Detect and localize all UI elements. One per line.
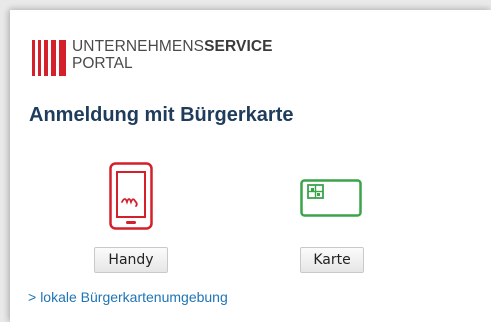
local-card-environment-label: lokale Bürgerkartenumgebung xyxy=(40,289,228,305)
smart-card-icon[interactable] xyxy=(300,179,362,217)
logo-word-portal: PORTAL xyxy=(72,55,133,72)
logo-line1: UNTERNEHMENSSERVICE xyxy=(72,38,273,55)
login-panel: UNTERNEHMENSSERVICE PORTAL Anmeldung mit… xyxy=(10,10,491,322)
mobile-phone-signature-icon[interactable] xyxy=(109,162,153,230)
karte-button[interactable]: Karte xyxy=(300,247,364,273)
handy-button[interactable]: Handy xyxy=(94,247,168,273)
logo-text: UNTERNEHMENSSERVICE PORTAL xyxy=(72,38,273,72)
logo-bars-icon xyxy=(32,40,66,76)
logo-word-service: SERVICE xyxy=(204,38,273,55)
page-title: Anmeldung mit Bürgerkarte xyxy=(29,104,294,126)
chevron-right-icon: > xyxy=(28,289,37,305)
local-card-environment-link[interactable]: > lokale Bürgerkartenumgebung xyxy=(28,289,228,305)
logo-word-unternehmens: UNTERNEHMENS xyxy=(72,38,205,55)
